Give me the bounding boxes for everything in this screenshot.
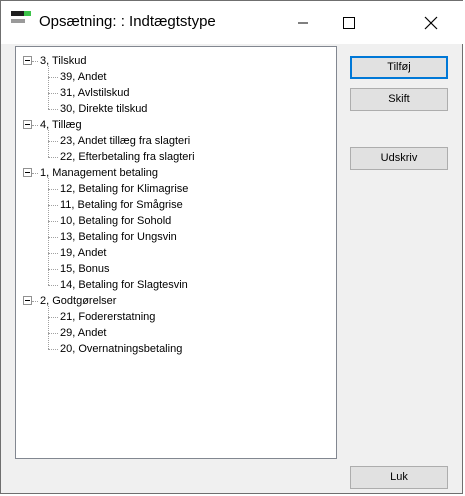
tree-child-node[interactable]: 10, Betaling for Sohold	[60, 213, 171, 229]
tree-connector	[48, 237, 58, 238]
tree-connector	[48, 157, 58, 158]
app-icon	[11, 11, 31, 25]
tree-connector	[48, 189, 58, 190]
tree-connector	[48, 269, 58, 270]
tree-group-node[interactable]: 4, Tillæg	[40, 117, 82, 133]
tree-connector	[48, 109, 58, 110]
minimize-button[interactable]	[280, 1, 326, 44]
tree-connector	[48, 66, 49, 109]
tree-connector	[48, 130, 49, 157]
tree-connector	[32, 301, 38, 302]
collapse-toggle[interactable]	[23, 296, 32, 305]
tree-child-node[interactable]: 13, Betaling for Ungsvin	[60, 229, 177, 245]
tree-child-node[interactable]: 11, Betaling for Smågrise	[60, 197, 183, 213]
income-type-tree[interactable]: 3, Tilskud 39, Andet 31, Avlstilskud 30, Di…	[15, 46, 337, 459]
tree-child-node[interactable]: 14, Betaling for Slagtesvin	[60, 277, 188, 293]
tree-child-node[interactable]: 30, Direkte tilskud	[60, 101, 147, 117]
collapse-toggle[interactable]	[23, 56, 32, 65]
tree-child-node[interactable]: 29, Andet	[60, 325, 107, 341]
add-button[interactable]: Tilføj	[350, 56, 448, 79]
tree-connector	[48, 178, 49, 285]
close-window-button[interactable]	[408, 1, 454, 44]
close-button[interactable]: Luk	[350, 466, 448, 489]
maximize-button[interactable]	[326, 1, 372, 44]
close-icon	[424, 16, 438, 29]
tree-group-node[interactable]: 3, Tilskud	[40, 53, 86, 69]
collapse-toggle[interactable]	[23, 120, 32, 129]
tree-child-node[interactable]: 23, Andet tillæg fra slagteri	[60, 133, 190, 149]
tree-connector	[48, 93, 58, 94]
tree-connector	[48, 349, 58, 350]
tree-connector	[32, 61, 38, 62]
tree-connector	[48, 317, 58, 318]
tree-child-node[interactable]: 21, Fodererstatning	[60, 309, 155, 325]
collapse-toggle[interactable]	[23, 168, 32, 177]
tree-connector	[32, 125, 38, 126]
dialog-window: Opsætning: : Indtægtstype 3, Tilskud 39, …	[0, 0, 464, 494]
tree-group-node[interactable]: 1, Management betaling	[40, 165, 158, 181]
title-bar[interactable]: Opsætning: : Indtægtstype	[1, 1, 464, 44]
tree-connector	[32, 173, 38, 174]
minimize-icon	[298, 22, 308, 23]
tree-child-node[interactable]: 12, Betaling for Klimagrise	[60, 181, 188, 197]
tree-connector	[48, 141, 58, 142]
tree-connector	[48, 77, 58, 78]
change-button[interactable]: Skift	[350, 88, 448, 111]
tree-connector	[48, 253, 58, 254]
tree-connector	[48, 285, 58, 286]
tree-child-node[interactable]: 15, Bonus	[60, 261, 110, 277]
tree-connector	[48, 221, 58, 222]
tree-connector	[48, 306, 49, 349]
tree-child-node[interactable]: 31, Avlstilskud	[60, 85, 130, 101]
tree-child-node[interactable]: 19, Andet	[60, 245, 107, 261]
tree-child-node[interactable]: 20, Overnatningsbetaling	[60, 341, 182, 357]
tree-connector	[48, 333, 58, 334]
tree-child-node[interactable]: 39, Andet	[60, 69, 107, 85]
print-button[interactable]: Udskriv	[350, 147, 448, 170]
tree-child-node[interactable]: 22, Efterbetaling fra slagteri	[60, 149, 195, 165]
window-title: Opsætning: : Indtægtstype	[39, 13, 216, 30]
tree-connector	[48, 205, 58, 206]
tree-group-node[interactable]: 2, Godtgørelser	[40, 293, 116, 309]
maximize-icon	[343, 16, 355, 29]
